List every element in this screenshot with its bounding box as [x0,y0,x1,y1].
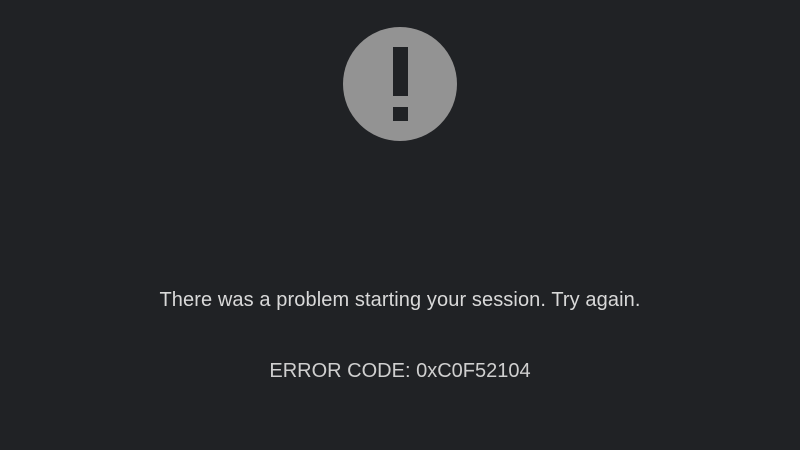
error-code: ERROR CODE: 0xC0F52104 [269,360,531,382]
error-message: There was a problem starting your sessio… [159,289,641,311]
exclamation-dot [393,107,408,121]
exclamation-bar [393,47,408,96]
alert-icon [343,27,457,141]
error-screen: There was a problem starting your sessio… [0,0,800,450]
